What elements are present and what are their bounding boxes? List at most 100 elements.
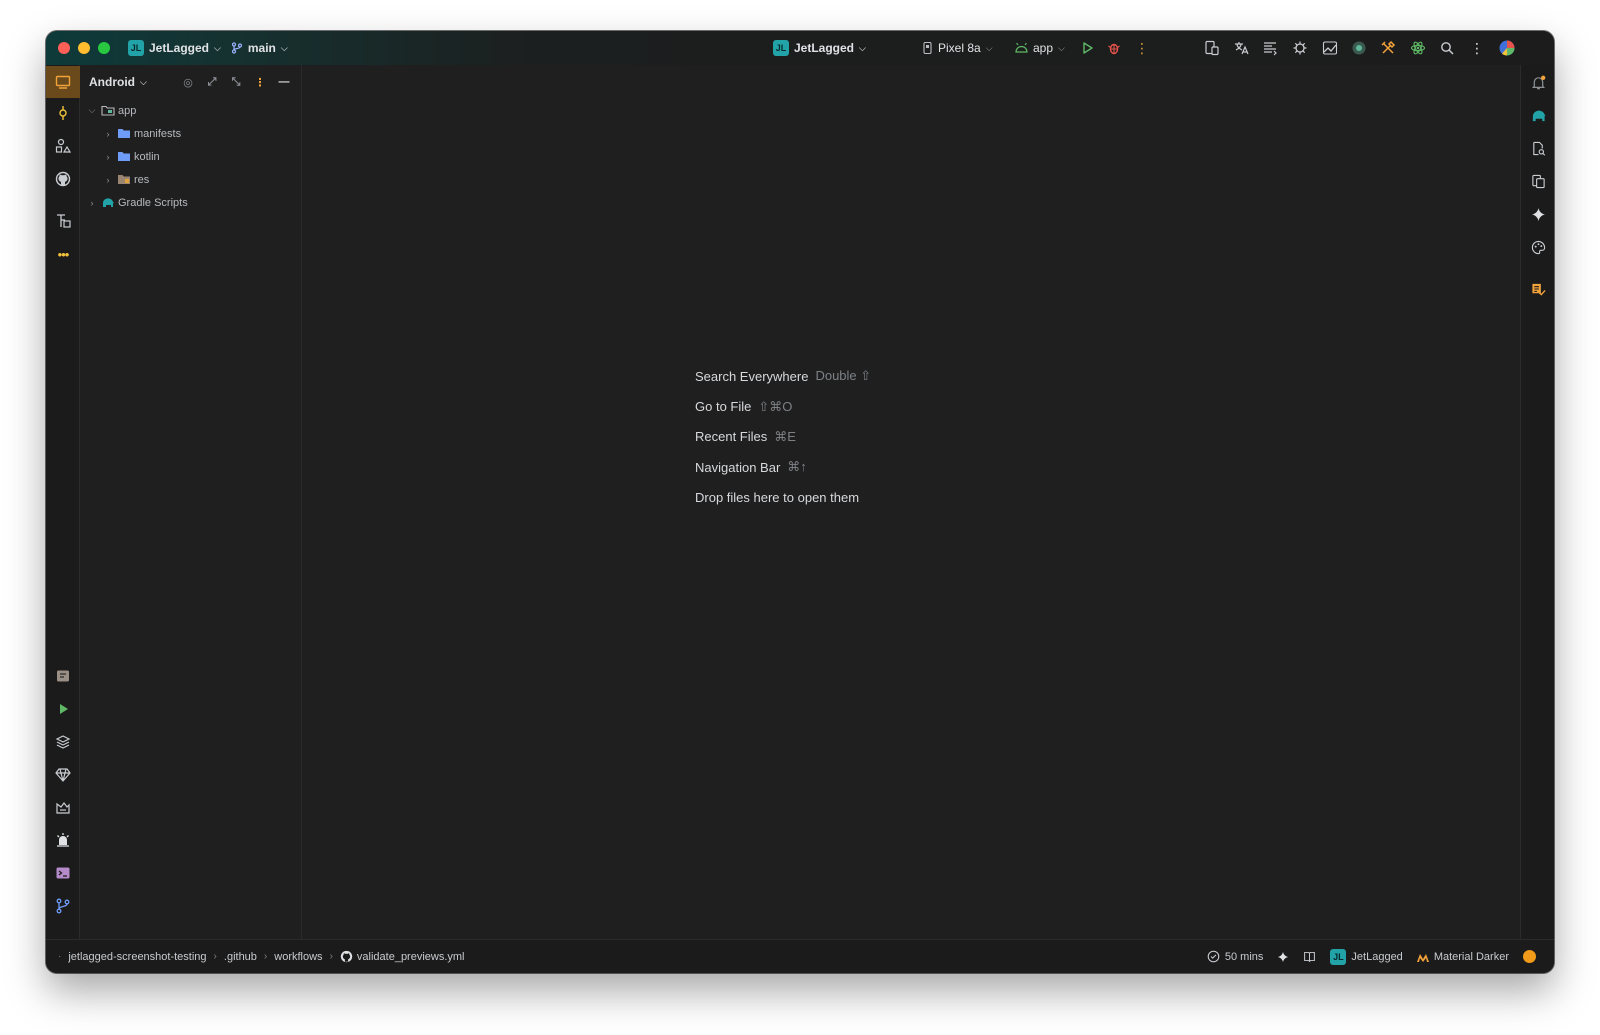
tool-run[interactable] [46, 694, 80, 724]
palette-icon [1531, 240, 1545, 254]
tree-item-res[interactable]: › res [80, 168, 301, 191]
logcat-icon [57, 670, 69, 682]
build-tools-button[interactable] [1373, 33, 1403, 63]
chevron-down-icon[interactable]: ⌵ [85, 105, 99, 116]
tool-logcat[interactable] [46, 661, 80, 691]
ai-assistant-status[interactable] [1277, 951, 1289, 963]
chevron-right-icon[interactable]: › [101, 129, 115, 139]
chevron-right-icon: › [213, 951, 217, 962]
account-avatar[interactable] [1492, 33, 1522, 63]
tool-more[interactable]: ••• [46, 239, 80, 269]
hide-panel-icon[interactable]: — [273, 71, 295, 93]
project-panel: Android ⌵ ◎ ⤢ ⤡ ⋮ — ⌵ app › manifests › … [80, 65, 302, 939]
chevron-right-icon[interactable]: › [85, 198, 99, 208]
search-button[interactable] [1432, 33, 1462, 63]
options-icon[interactable]: ⋮ [249, 71, 271, 93]
breadcrumb: · jetlagged-screenshot-testing › .github… [58, 950, 465, 963]
tool-running-devices[interactable] [1521, 166, 1554, 196]
breadcrumb-item[interactable]: .github [224, 951, 257, 963]
tool-git[interactable] [46, 891, 80, 921]
bell-icon [1531, 75, 1545, 89]
bug-icon [1108, 43, 1120, 55]
device-selector[interactable]: Pixel 8a ⌵ [922, 41, 993, 55]
close-window-button[interactable] [58, 42, 70, 54]
phone-icon [923, 42, 932, 54]
tool-resource-manager[interactable] [46, 131, 80, 161]
theme-status[interactable]: Material Darker [1416, 951, 1509, 963]
tree-item-gradle-scripts[interactable]: › Gradle Scripts [80, 191, 301, 214]
tool-project[interactable] [46, 66, 80, 98]
editor-empty-state[interactable]: Search Everywhere Double ⇧ Go to File ⇧⌘… [303, 65, 1520, 939]
center-project-selector[interactable]: JL JetLagged ⌵ [773, 40, 866, 56]
zoom-window-button[interactable] [98, 42, 110, 54]
hammer-wrench-icon [1381, 40, 1396, 54]
github-icon [340, 950, 353, 963]
project-switcher[interactable]: JL JetLagged ⌵ [128, 40, 221, 56]
record-button[interactable] [1344, 33, 1374, 63]
window-controls [58, 42, 110, 54]
view-mode-selector[interactable]: Android ⌵ [89, 75, 147, 89]
translate-button[interactable] [1226, 33, 1256, 63]
branch-switcher[interactable]: main ⌵ [231, 41, 288, 55]
project-badge: JL [773, 40, 789, 56]
tree-item-app[interactable]: ⌵ app [80, 99, 301, 122]
chevron-down-icon: ⌵ [859, 42, 866, 53]
debug-button[interactable] [1099, 33, 1129, 63]
layout-inspector-button[interactable] [1255, 33, 1285, 63]
tool-notifications[interactable] [1521, 67, 1554, 97]
main-menu-button[interactable]: ⋮ [1462, 33, 1492, 63]
left-tool-strip: ••• [46, 65, 80, 939]
tool-tasks[interactable] [1521, 274, 1554, 304]
collapse-all-icon[interactable]: ⤡ [225, 71, 247, 93]
more-actions-button[interactable]: ⋮ [1127, 33, 1157, 63]
project-status[interactable]: JL JetLagged [1330, 948, 1403, 965]
device-manager-button[interactable] [1197, 33, 1227, 63]
tool-problems[interactable] [46, 825, 80, 855]
status-indicator-dot[interactable] [1523, 950, 1536, 963]
search-icon [1441, 42, 1454, 55]
sync-gradle-button[interactable] [1285, 33, 1315, 63]
hint-recent-files: Recent Files ⌘E [695, 428, 796, 445]
tool-terminal[interactable] [46, 858, 80, 888]
tool-github[interactable] [46, 164, 80, 194]
breadcrumb-item[interactable]: workflows [274, 951, 322, 963]
tool-structure[interactable] [46, 206, 80, 236]
chevron-right-icon: › [329, 951, 333, 962]
chevron-right-icon[interactable]: › [101, 152, 115, 162]
tool-gems[interactable] [46, 760, 80, 790]
breadcrumb-item-file[interactable]: validate_previews.yml [340, 950, 465, 963]
atom-icon [1410, 41, 1426, 55]
project-name: JetLagged [149, 41, 210, 55]
resources-folder-icon [118, 175, 130, 184]
tool-app-quality[interactable] [46, 793, 80, 823]
locate-file-icon[interactable]: ◎ [177, 71, 199, 93]
app-inspection-button[interactable] [1403, 33, 1433, 63]
minimize-window-button[interactable] [78, 42, 90, 54]
copy-device-icon [1531, 174, 1545, 188]
tree-item-label: app [118, 104, 137, 117]
breadcrumb-item[interactable]: jetlagged-screenshot-testing [68, 951, 206, 963]
shapes-icon [55, 138, 71, 153]
tree-item-label: manifests [134, 127, 182, 140]
expand-all-icon[interactable]: ⤢ [201, 71, 223, 93]
folder-icon [118, 129, 130, 138]
tool-device-file-explorer[interactable] [1521, 133, 1554, 163]
tree-item-kotlin[interactable]: › kotlin [80, 145, 301, 168]
run-config-selector[interactable]: app ⌵ [1015, 41, 1065, 55]
tool-palette[interactable] [1521, 232, 1554, 262]
diamond-icon [55, 768, 71, 782]
pomodoro-timer[interactable]: 50 mins [1207, 950, 1263, 963]
tool-gemini[interactable] [1521, 199, 1554, 229]
project-badge: JL [128, 40, 144, 56]
profiler-button[interactable] [1315, 33, 1345, 63]
tool-commit[interactable] [46, 98, 80, 128]
tree-item-manifests[interactable]: › manifests [80, 122, 301, 145]
hint-go-to-file: Go to File ⇧⌘O [695, 398, 793, 415]
run-button[interactable] [1072, 33, 1102, 63]
chevron-right-icon[interactable]: › [101, 175, 115, 185]
read-only-toggle[interactable] [1303, 950, 1316, 963]
record-icon [1352, 41, 1366, 55]
tool-gradle[interactable] [1521, 100, 1554, 130]
view-mode-label: Android [89, 75, 135, 89]
tool-layers[interactable] [46, 727, 80, 757]
